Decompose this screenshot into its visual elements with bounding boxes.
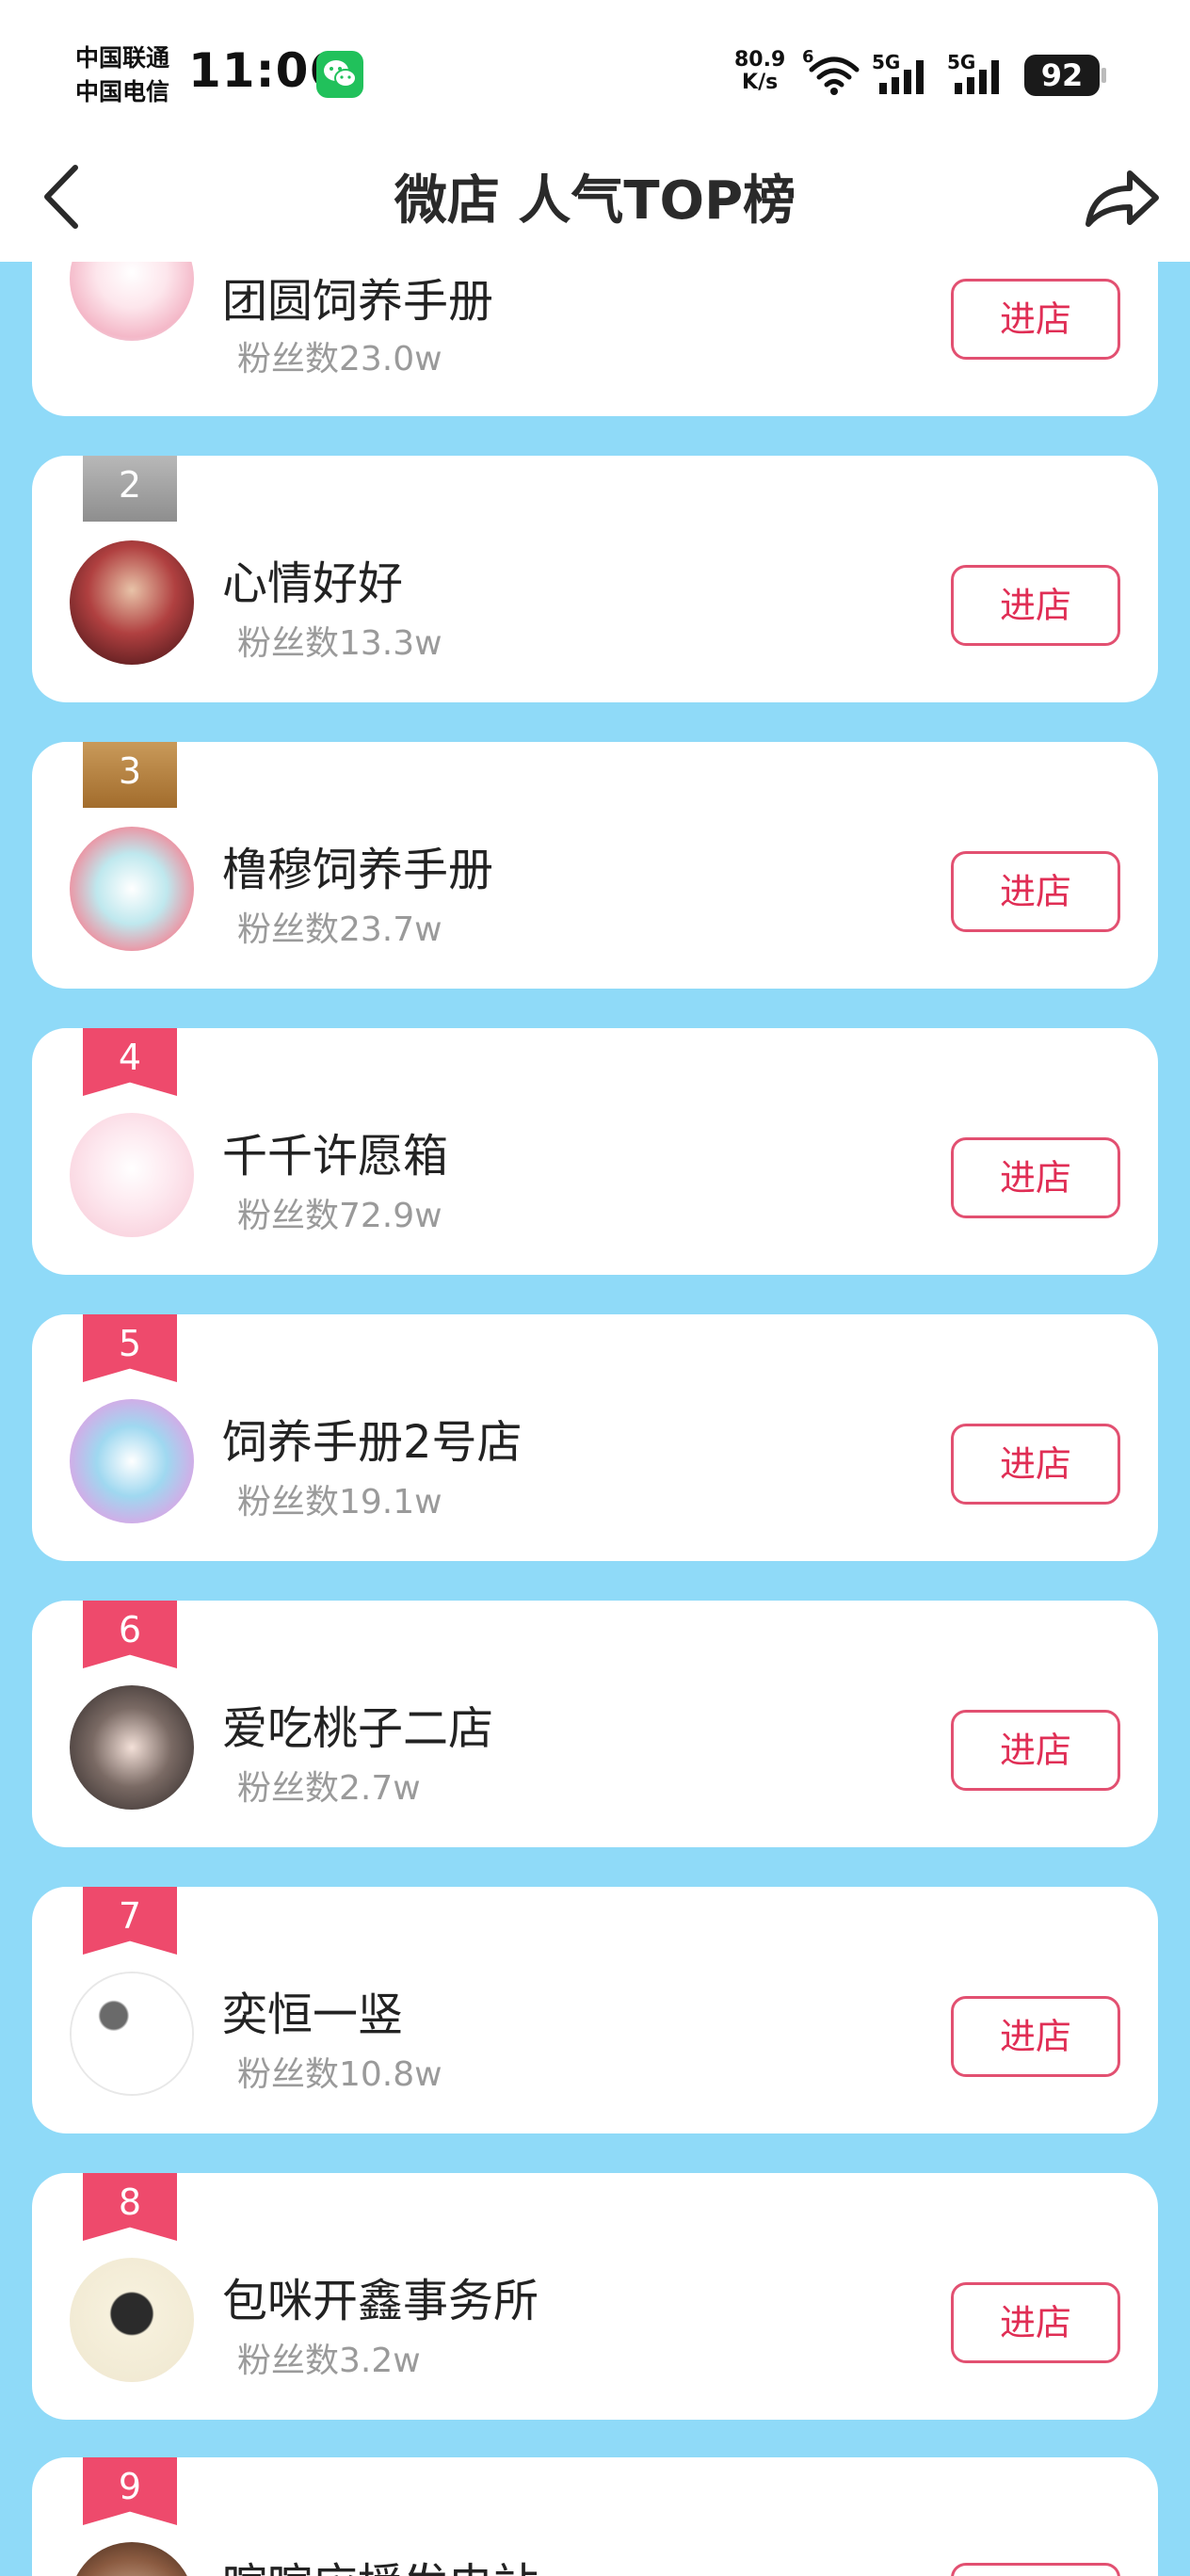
page-title: 微店 人气TOP榜 — [394, 170, 796, 232]
carrier-1: 中国联通 — [75, 44, 170, 72]
shop-card[interactable]: 2 心情好好 粉丝数13.3w 进店 — [32, 456, 1158, 702]
wifi-icon: 6 — [802, 47, 862, 102]
shop-card[interactable]: 4 千千许愿箱 粉丝数72.9w 进店 — [32, 1028, 1158, 1275]
shop-avatar — [70, 1399, 194, 1523]
carrier-labels: 中国联通 中国电信 — [75, 41, 169, 109]
enter-shop-button[interactable]: 进店 — [951, 1710, 1120, 1791]
fans-count: 粉丝数23.7w — [237, 910, 442, 949]
shop-card[interactable]: 8 包咪开鑫事务所 粉丝数3.2w 进店 — [32, 2173, 1158, 2420]
fans-count: 粉丝数3.2w — [237, 2342, 421, 2380]
shop-avatar — [70, 2258, 194, 2382]
fans-count: 粉丝数19.1w — [237, 1483, 442, 1521]
shop-name: 爱吃桃子二店 — [222, 1702, 494, 1755]
enter-shop-button[interactable]: 进店 — [951, 1424, 1120, 1505]
rank-badge: 3 — [83, 742, 177, 808]
net-speed-unit: K/s — [742, 71, 779, 94]
share-arrow-icon — [1085, 170, 1159, 227]
enter-shop-button[interactable]: 进店 — [951, 2563, 1120, 2576]
shop-name: 奕恒一竖 — [222, 1988, 404, 2041]
shop-name: 橹穆饲养手册 — [222, 844, 494, 896]
shop-name: 千千许愿箱 — [222, 1130, 449, 1183]
fans-count: 粉丝数10.8w — [237, 2055, 442, 2094]
page-header: 微店 人气TOP榜 — [0, 132, 1190, 262]
shop-avatar — [70, 1972, 194, 2096]
shop-name: 包咪开鑫事务所 — [222, 2275, 539, 2327]
rank-badge: 8 — [83, 2173, 177, 2241]
enter-shop-button[interactable]: 进店 — [951, 279, 1120, 360]
net-speed: 80.9 K/s — [734, 49, 785, 94]
rank-badge: 5 — [83, 1314, 177, 1382]
shop-card[interactable]: 9 喧喧应援发电站 进店 — [32, 2457, 1158, 2576]
enter-shop-button[interactable]: 进店 — [951, 2282, 1120, 2363]
shop-avatar — [70, 540, 194, 665]
wifi-6-badge: 6 — [802, 47, 814, 67]
enter-shop-button[interactable]: 进店 — [951, 851, 1120, 932]
shop-name: 喧喧应援发电站 — [222, 2548, 539, 2576]
shop-avatar — [70, 2542, 194, 2576]
shop-name: 心情好好 — [222, 557, 404, 610]
shop-card[interactable]: 5 饲养手册2号店 粉丝数19.1w 进店 — [32, 1314, 1158, 1561]
share-button[interactable] — [1079, 156, 1164, 241]
shop-avatar — [70, 827, 194, 951]
shop-card[interactable]: 7 奕恒一竖 粉丝数10.8w 进店 — [32, 1887, 1158, 2133]
rank-badge: 6 — [83, 1601, 177, 1668]
carrier-2: 中国电信 — [75, 78, 170, 105]
wechat-icon — [316, 51, 363, 98]
rank-badge: 9 — [83, 2457, 177, 2525]
battery-icon: 92 — [1024, 55, 1100, 96]
top-bar: 中国联通 中国电信 11:06 80.9 K/s 6 5G 5G 92 微店 人… — [0, 0, 1190, 262]
fans-count: 粉丝数13.3w — [237, 624, 442, 663]
fans-count: 粉丝数72.9w — [237, 1197, 442, 1235]
status-bar: 中国联通 中国电信 11:06 80.9 K/s 6 5G 5G 92 — [0, 0, 1190, 132]
shop-card[interactable]: 3 橹穆饲养手册 粉丝数23.7w 进店 — [32, 742, 1158, 989]
enter-shop-button[interactable]: 进店 — [951, 1137, 1120, 1218]
battery-tip — [1102, 68, 1106, 83]
rank-badge: 4 — [83, 1028, 177, 1096]
shop-ranking-list: 团圆饲养手册 粉丝数23.0w 进店 2 心情好好 粉丝数13.3w 进店 3 … — [0, 0, 1190, 2576]
shop-avatar — [70, 1113, 194, 1237]
net-speed-value: 80.9 — [734, 48, 786, 72]
shop-card[interactable]: 6 爱吃桃子二店 粉丝数2.7w 进店 — [32, 1601, 1158, 1847]
shop-name: 饲养手册2号店 — [222, 1416, 523, 1469]
shop-avatar — [70, 1685, 194, 1810]
rank-badge: 2 — [83, 456, 177, 522]
fans-count: 粉丝数2.7w — [237, 1769, 421, 1808]
rank-badge: 7 — [83, 1887, 177, 1955]
enter-shop-button[interactable]: 进店 — [951, 565, 1120, 646]
shop-name: 团圆饲养手册 — [222, 275, 494, 328]
enter-shop-button[interactable]: 进店 — [951, 1996, 1120, 2077]
fans-count: 粉丝数23.0w — [237, 340, 442, 378]
